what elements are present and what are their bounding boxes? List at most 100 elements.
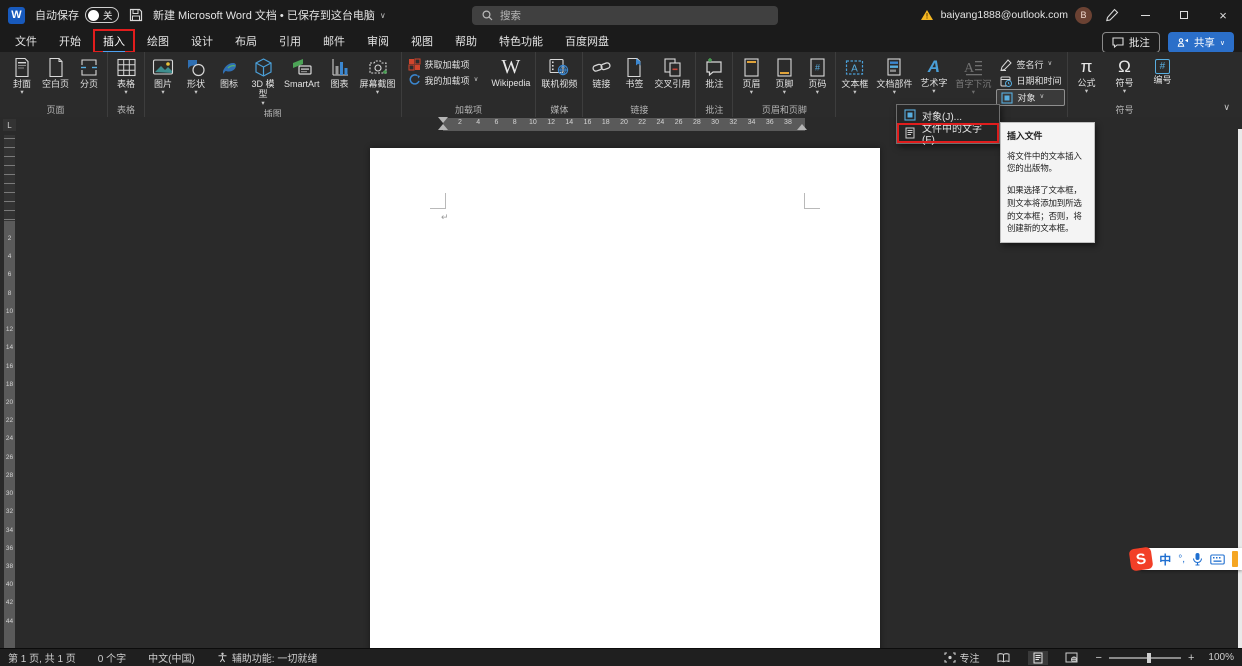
equation-button[interactable]: π 公式 ▾ [1070,54,1102,96]
date-time-button[interactable]: 日期和时间 [996,73,1065,88]
tab-邮件[interactable]: 邮件 [314,30,354,52]
margin-cropmark-topright [804,193,820,209]
hanging-indent-marker[interactable] [438,124,448,130]
focus-icon [944,652,956,663]
tab-selector[interactable]: L [3,119,16,131]
quick-parts-button[interactable]: 文档部件 ▾ [873,54,915,97]
ink-pen-icon[interactable] [1105,8,1119,22]
margin-cropmark-topleft [430,193,446,209]
page-number-button[interactable]: # 页码 ▾ [801,54,833,97]
h-ruler-number: 10 [529,119,537,126]
zoom-slider[interactable] [1109,657,1181,659]
wikipedia-button[interactable]: W Wikipedia [488,54,533,88]
footer-button[interactable]: 页脚 ▾ [768,54,800,97]
pictures-button[interactable]: 图片 ▾ [147,54,179,97]
share-button[interactable]: 共享 ∨ [1168,32,1234,53]
document-page[interactable]: ↵ [370,148,880,648]
wordart-button[interactable]: A 艺术字 ▾ [917,54,950,96]
header-button[interactable]: 页眉 ▾ [735,54,767,97]
tab-帮助[interactable]: 帮助 [446,30,486,52]
ime-chinese-mode-icon[interactable]: 中 [1159,551,1171,568]
numbering-button[interactable]: # 编号 [1146,54,1178,85]
word-count[interactable]: 0 个字 [98,650,126,665]
v-ruler-number: 32 [6,508,13,515]
tab-开始[interactable]: 开始 [50,30,90,52]
horizontal-ruler[interactable]: 2468101214161820222426283032343638 [443,118,805,131]
group-label-header-footer: 页眉和页脚 [735,102,833,117]
online-video-button[interactable]: 联机视频 [538,54,580,89]
table-button[interactable]: 表格 ▾ [110,54,142,97]
tab-百度网盘[interactable]: 百度网盘 [556,30,618,52]
page-break-button[interactable]: 分页 [73,54,105,89]
cross-reference-button[interactable]: 交叉引用 [651,54,693,89]
word-logo-icon[interactable]: W [8,7,25,24]
tab-文件[interactable]: 文件 [6,30,46,52]
collapse-ribbon-icon[interactable]: ∨ [1223,102,1230,113]
word-app-window: W 自动保存 关 新建 Microsoft Word 文档 • 已保存到这台电脑… [0,0,1242,666]
tab-绘图[interactable]: 绘图 [138,30,178,52]
zoom-in-button[interactable]: + [1188,652,1194,664]
tab-审阅[interactable]: 审阅 [358,30,398,52]
zoom-out-button[interactable]: − [1096,652,1102,664]
save-icon[interactable] [129,8,143,22]
autosave-toggle[interactable]: 关 [85,7,119,23]
tab-特色功能[interactable]: 特色功能 [490,30,552,52]
v-ruler-number: 38 [6,563,13,570]
tab-视图[interactable]: 视图 [402,30,442,52]
search-input[interactable]: 搜索 [472,6,778,25]
sogou-ime-bar[interactable]: S 中 °, [1138,548,1242,570]
ime-punctuation-icon[interactable]: °, [1178,554,1185,565]
icons-button[interactable]: 图标 [213,54,245,89]
my-addins-button[interactable]: 我的加载项 ∨ [404,73,483,88]
focus-mode-button[interactable]: 专注 [944,650,980,665]
screenshot-button[interactable]: 屏幕截图 ▾ [357,54,399,97]
3d-model-cube-icon [253,57,274,78]
share-dropdown-icon: ∨ [1220,39,1225,47]
print-layout-button[interactable] [1028,651,1048,665]
sogou-logo-icon[interactable]: S [1129,547,1154,572]
read-mode-button[interactable] [994,651,1014,665]
account-info[interactable]: baiyang1888@outlook.com B [920,7,1092,24]
signature-line-button[interactable]: 签名行 ∨ [996,57,1065,72]
zoom-slider-thumb[interactable] [1147,653,1151,663]
ime-microphone-icon[interactable] [1192,552,1203,566]
menu-item-text-from-file[interactable]: 文件中的文字(F)... [898,124,998,142]
tab-布局[interactable]: 布局 [226,30,266,52]
ime-clipboard-icon[interactable] [1232,551,1238,567]
page-indicator[interactable]: 第 1 页, 共 1 页 [8,650,76,665]
avatar[interactable]: B [1075,7,1092,24]
smartart-button[interactable]: SmartArt [281,54,323,89]
shapes-button[interactable]: 形状 ▾ [180,54,212,97]
minimize-button[interactable] [1132,4,1158,26]
close-button[interactable]: × [1210,4,1236,26]
chart-button[interactable]: 图表 [324,54,356,89]
3d-models-button[interactable]: 3D 模型 ▾ [246,54,280,107]
tab-设计[interactable]: 设计 [182,30,222,52]
first-line-indent-marker[interactable] [438,117,448,123]
object-button[interactable]: 对象 ∨ [996,89,1065,106]
language-indicator[interactable]: 中文(中国) [148,650,195,665]
new-comment-button[interactable]: 批注 [698,54,730,89]
right-indent-marker[interactable] [797,124,807,130]
drop-cap-button[interactable]: A 首字下沉 ▾ [952,54,994,97]
document-title[interactable]: 新建 Microsoft Word 文档 • 已保存到这台电脑 ∨ [153,7,386,23]
tab-插入[interactable]: 插入 [94,30,134,52]
tab-引用[interactable]: 引用 [270,30,310,52]
get-addins-button[interactable]: 获取加载项 [404,57,483,72]
text-box-button[interactable]: A 文本框 ▾ [838,54,871,97]
zoom-level[interactable]: 100% [1208,652,1234,663]
vertical-ruler[interactable]: 2468101214161820222426283032343638404244 [4,135,15,648]
vertical-scrollbar[interactable] [1238,129,1242,648]
comments-button[interactable]: 批注 [1102,32,1160,53]
ime-keyboard-icon[interactable] [1210,554,1225,565]
blank-page-icon [46,57,66,78]
link-button[interactable]: 链接 [585,54,617,89]
bookmark-button[interactable]: 书签 [618,54,650,89]
accessibility-status[interactable]: 辅助功能: 一切就绪 [217,650,318,665]
symbol-button[interactable]: Ω 符号 ▾ [1108,54,1140,96]
restore-button[interactable] [1171,4,1197,26]
web-layout-button[interactable] [1062,651,1082,665]
cover-page-button[interactable]: 封面 ▾ [6,54,38,97]
blank-page-button[interactable]: 空白页 [39,54,72,89]
autosave-control[interactable]: 自动保存 关 [35,7,119,23]
